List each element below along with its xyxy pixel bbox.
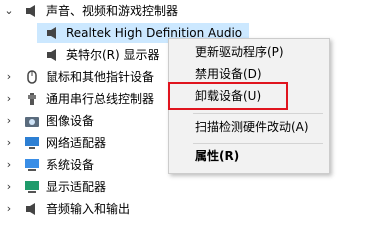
menu-separator bbox=[193, 143, 323, 144]
tree-item-label: 通用串行总线控制器 bbox=[46, 92, 155, 106]
computer-icon bbox=[25, 159, 39, 171]
chevron-right-icon[interactable]: › bbox=[4, 154, 14, 176]
menu-item-scan-hardware[interactable]: 扫描检测硬件改动(A) bbox=[169, 116, 329, 138]
chevron-right-icon[interactable]: › bbox=[4, 132, 14, 154]
tree-item-system[interactable]: › 系统设备 bbox=[0, 154, 168, 176]
tree-item-label: 网络适配器 bbox=[46, 136, 107, 150]
chevron-right-icon[interactable]: › bbox=[4, 176, 14, 198]
tree-item-label: 英特尔(R) 显示器 bbox=[66, 48, 160, 62]
menu-item-label: 属性(R) bbox=[195, 149, 240, 163]
tree-item-label: 显示适配器 bbox=[46, 180, 107, 194]
chevron-right-icon[interactable]: › bbox=[4, 66, 14, 88]
chevron-right-icon[interactable]: › bbox=[4, 110, 14, 132]
speaker-icon bbox=[47, 49, 56, 61]
chevron-down-icon[interactable]: ⌄ bbox=[4, 0, 14, 22]
tree-item-label: 图像设备 bbox=[46, 114, 95, 128]
network-icon bbox=[25, 137, 39, 149]
tree-item-audio-io[interactable]: › 音频输入和输出 bbox=[0, 198, 383, 220]
mouse-icon bbox=[27, 70, 37, 84]
menu-item-update-driver[interactable]: 更新驱动程序(P) bbox=[169, 41, 329, 63]
tree-item-display[interactable]: › 显示适配器 bbox=[0, 176, 168, 198]
tree-item-audio-controllers[interactable]: ⌄ 声音、视频和游戏控制器 bbox=[0, 0, 383, 22]
menu-item-label: 扫描检测硬件改动(A) bbox=[195, 120, 309, 134]
tree-item-label: 音频输入和输出 bbox=[46, 202, 131, 216]
camera-icon bbox=[25, 117, 39, 127]
tree-item-label: 鼠标和其他指针设备 bbox=[46, 70, 155, 84]
menu-separator bbox=[193, 113, 323, 114]
tree-item-usb[interactable]: › 通用串行总线控制器 bbox=[0, 88, 168, 110]
annotation-highlight-box bbox=[168, 82, 288, 110]
tree-item-mice[interactable]: › 鼠标和其他指针设备 bbox=[0, 66, 168, 88]
chevron-right-icon[interactable]: › bbox=[4, 198, 14, 220]
tree-item-intel-display[interactable]: 英特尔(R) 显示器 bbox=[0, 44, 168, 66]
menu-item-label: 更新驱动程序(P) bbox=[195, 45, 284, 59]
chevron-right-icon[interactable]: › bbox=[4, 88, 14, 110]
monitor-icon bbox=[25, 181, 39, 193]
speaker-icon bbox=[26, 5, 35, 17]
tree-item-label: 系统设备 bbox=[46, 158, 95, 172]
usb-icon bbox=[28, 93, 36, 105]
menu-item-properties[interactable]: 属性(R) bbox=[169, 145, 329, 167]
speaker-icon bbox=[26, 203, 35, 215]
speaker-icon bbox=[47, 27, 56, 39]
tree-item-label: 声音、视频和游戏控制器 bbox=[46, 4, 179, 18]
tree-item-network[interactable]: › 网络适配器 bbox=[0, 132, 168, 154]
tree-item-imaging[interactable]: › 图像设备 bbox=[0, 110, 168, 132]
